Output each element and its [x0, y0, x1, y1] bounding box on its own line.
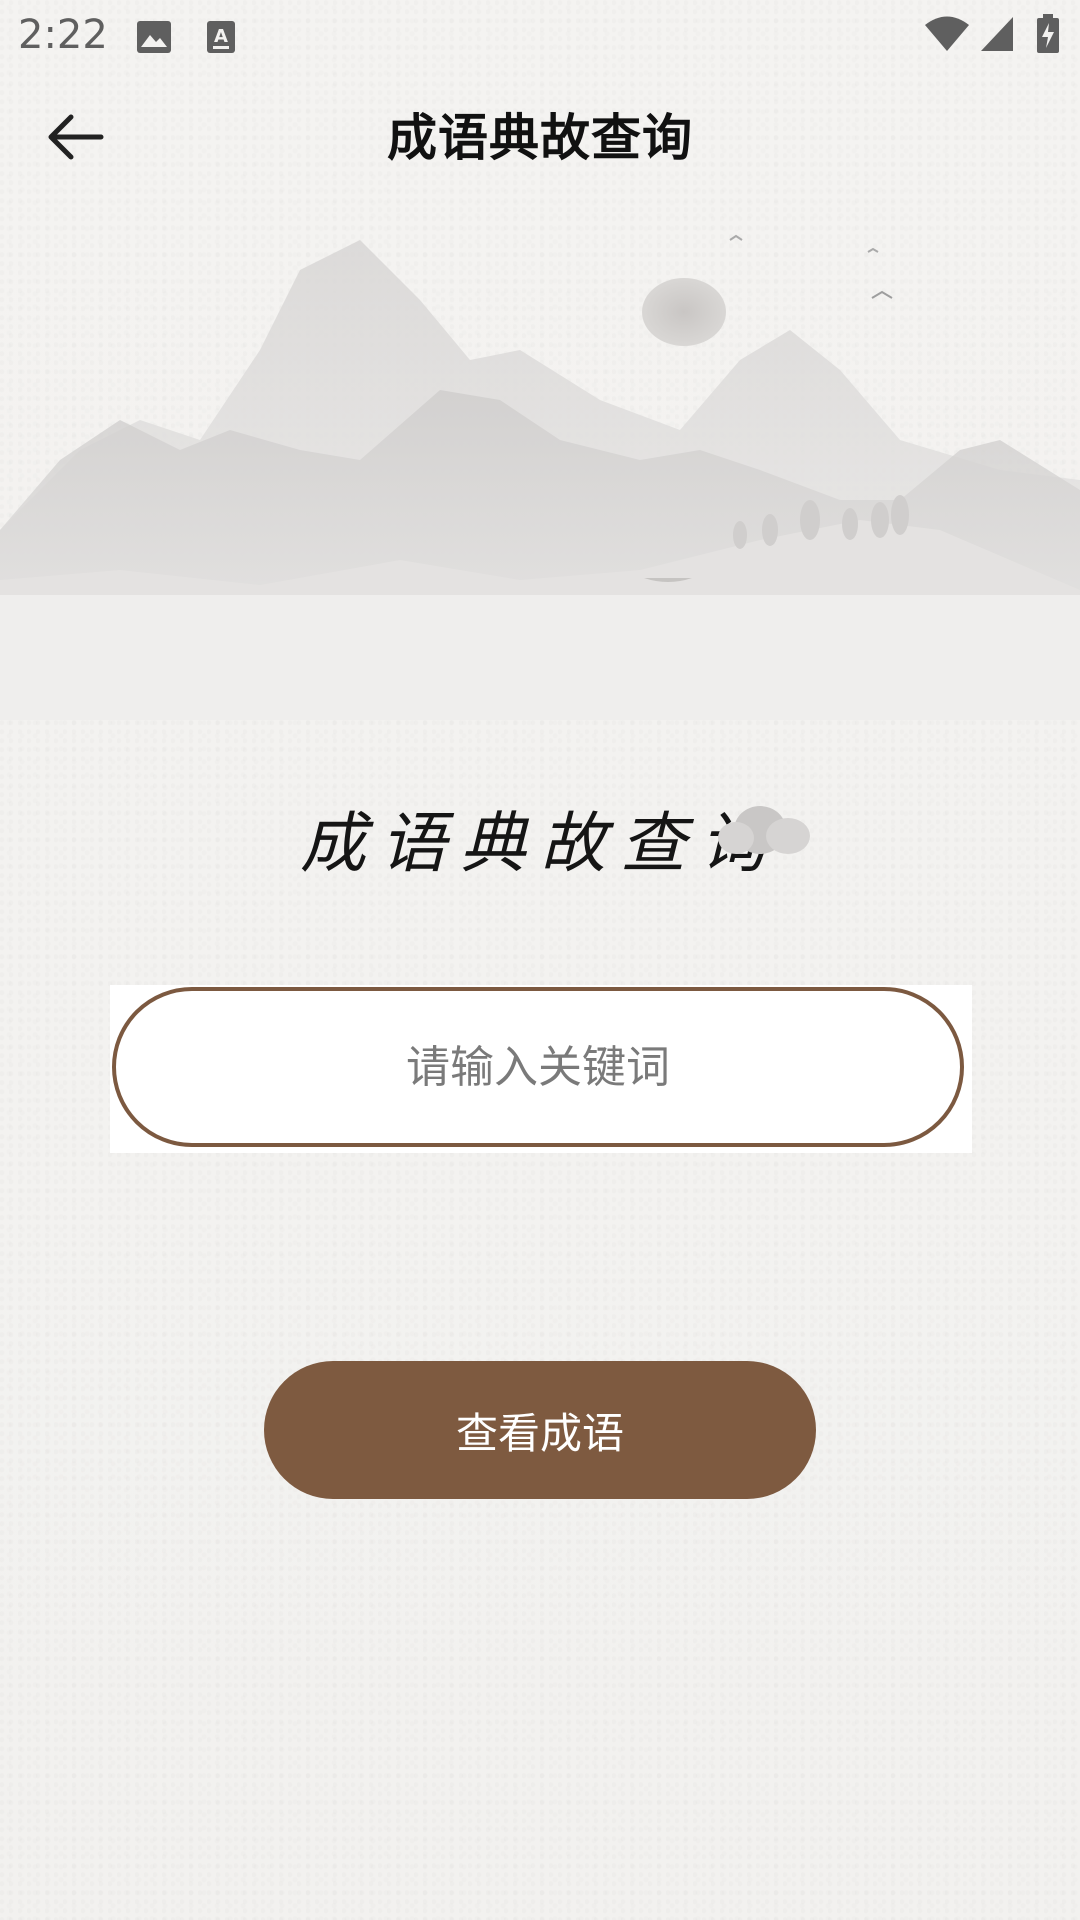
- hero-heading: 成语典故查询: [300, 805, 780, 882]
- battery-charging-icon: [1036, 14, 1060, 58]
- status-bar: 2:22 A: [0, 0, 1080, 74]
- search-field-container: [110, 985, 972, 1153]
- view-idiom-button[interactable]: 查看成语: [264, 1361, 816, 1499]
- text-a-icon: A: [206, 20, 236, 58]
- svg-text:A: A: [214, 26, 228, 47]
- image-icon: [136, 20, 172, 58]
- ink-landscape-illustration: [0, 234, 1080, 720]
- status-time: 2:22: [18, 12, 108, 58]
- keyword-input[interactable]: [112, 987, 964, 1147]
- ink-cloud-decoration: [718, 806, 810, 854]
- signal-icon: [980, 16, 1014, 56]
- wifi-icon: [924, 16, 970, 56]
- page-title: 成语典故查询: [387, 109, 693, 167]
- app-bar: 成语典故查询: [0, 74, 1080, 194]
